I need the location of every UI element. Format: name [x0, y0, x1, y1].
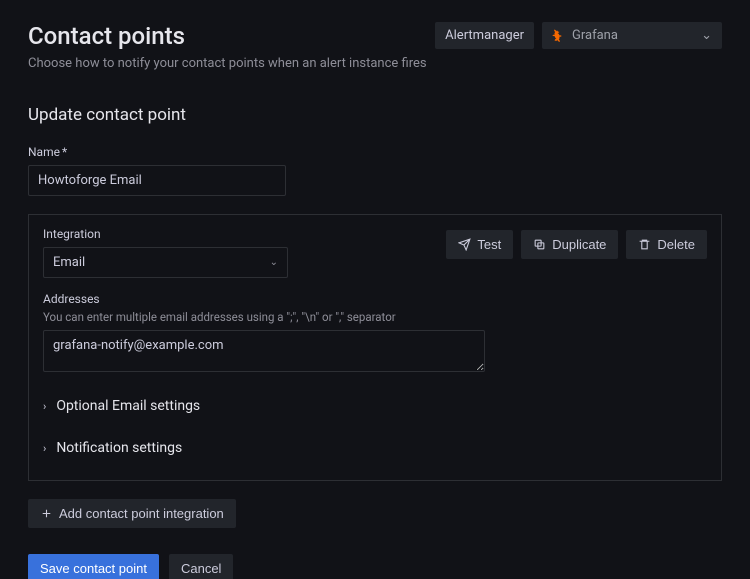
chevron-right-icon: ›	[43, 400, 46, 413]
test-button[interactable]: Test	[446, 230, 513, 259]
chevron-down-icon: ⌄	[270, 257, 278, 268]
alertmanager-label: Alertmanager	[435, 22, 534, 49]
addresses-input[interactable]: grafana-notify@example.com	[43, 330, 485, 372]
name-input[interactable]	[28, 165, 286, 196]
delete-button[interactable]: Delete	[626, 230, 707, 259]
page-title: Contact points	[28, 22, 427, 50]
alertmanager-value: Grafana	[572, 28, 618, 43]
grafana-icon	[550, 29, 564, 43]
cancel-button[interactable]: Cancel	[169, 554, 233, 579]
integration-value: Email	[53, 255, 85, 270]
copy-icon	[533, 238, 546, 251]
page-subtitle: Choose how to notify your contact points…	[28, 56, 427, 71]
optional-email-settings-toggle[interactable]: › Optional Email settings	[43, 398, 707, 414]
save-button[interactable]: Save contact point	[28, 554, 159, 579]
integration-select[interactable]: Email ⌄	[43, 247, 288, 278]
chevron-right-icon: ›	[43, 442, 46, 455]
integration-panel: Integration Email ⌄ Test Duplicate Delet	[28, 214, 722, 481]
section-title: Update contact point	[28, 105, 722, 125]
notification-settings-toggle[interactable]: › Notification settings	[43, 440, 707, 456]
plus-icon	[40, 507, 53, 520]
add-integration-button[interactable]: Add contact point integration	[28, 499, 236, 528]
name-label: Name*	[28, 145, 722, 159]
duplicate-button[interactable]: Duplicate	[521, 230, 618, 259]
integration-label: Integration	[43, 227, 288, 241]
addresses-hint: You can enter multiple email addresses u…	[43, 310, 707, 324]
addresses-label: Addresses	[43, 292, 707, 306]
alertmanager-select[interactable]: Grafana ⌄	[542, 22, 722, 49]
trash-icon	[638, 238, 651, 251]
paper-plane-icon	[458, 238, 471, 251]
chevron-down-icon: ⌄	[701, 28, 712, 43]
